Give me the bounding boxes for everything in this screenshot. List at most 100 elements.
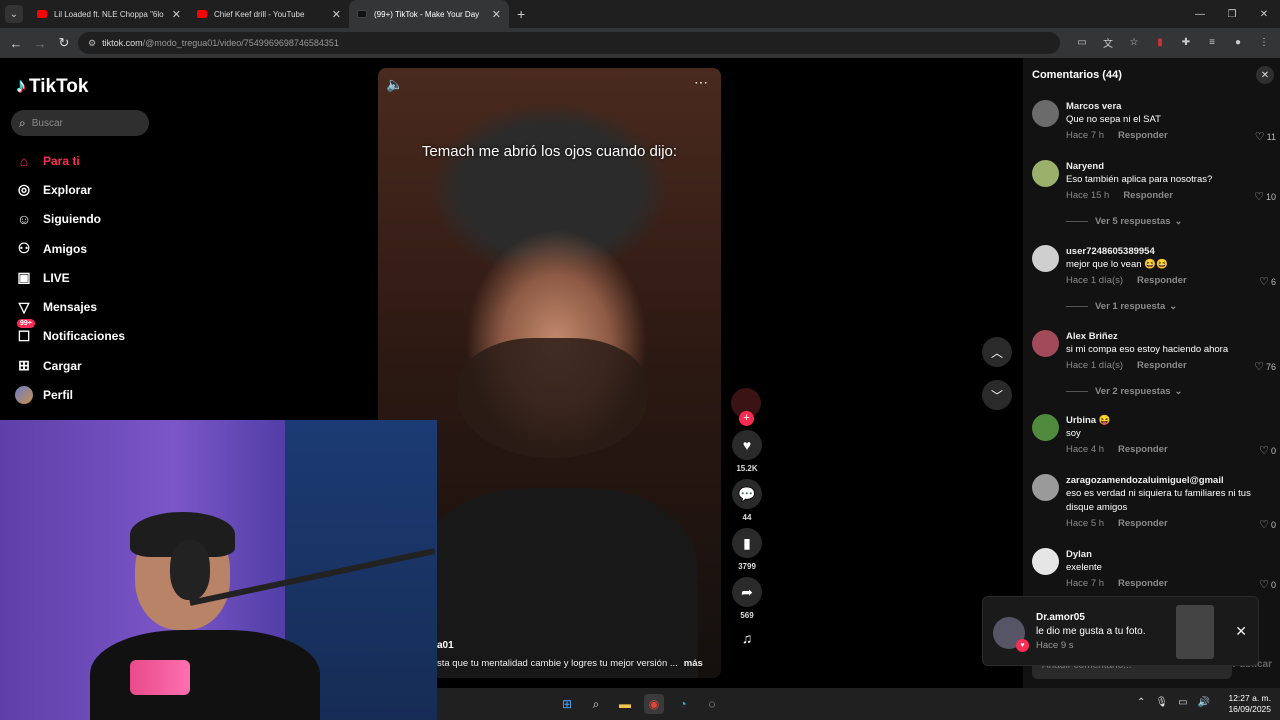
comment-user[interactable]: Naryend [1066,160,1276,173]
bookmark-star-icon[interactable]: ☆ [1126,34,1142,50]
comment-like[interactable]: ♡ 0 [1259,444,1276,457]
comment-like[interactable]: ♡ 0 [1259,518,1276,531]
comment-icon[interactable]: 💬 [732,479,762,509]
previous-video-button[interactable]: ︿ [982,337,1012,367]
comment-user[interactable]: zaragozamendozaluimiguel@gmail [1066,474,1276,487]
more-options-icon[interactable]: ⋯ [694,74,709,91]
creator-avatar[interactable]: + [731,388,761,426]
sidebar-item-para-ti[interactable]: ⌂ Para ti [14,146,125,175]
avatar[interactable] [1032,548,1059,575]
reply-button[interactable]: Responder [1137,275,1187,286]
taskbar-clock[interactable]: 12:27 a. m. 16/09/2025 [1228,693,1271,715]
sidebar-item-live[interactable]: ▣ LIVE [14,263,125,292]
new-tab-button[interactable]: + [517,6,525,22]
sidebar-item-cargar[interactable]: ⊞ Cargar [14,351,125,380]
cast-icon[interactable]: ▭ [1074,34,1090,50]
save-action[interactable]: ▮ 3799 [731,528,763,571]
sidebar-item-perfil[interactable]: Perfil [14,380,125,409]
comment-action[interactable]: 💬 44 [731,479,763,522]
microphone-icon[interactable]: 🎙 [1155,697,1168,708]
reply-button[interactable]: Responder [1118,130,1168,141]
reply-button[interactable]: Responder [1118,578,1168,589]
close-notification-icon[interactable]: ✕ [1235,623,1247,640]
comments-header: Comentarios (44) [1032,69,1122,81]
comment-user[interactable]: Marcos vera [1066,100,1276,113]
avatar[interactable] [1032,245,1059,272]
windows-start-icon[interactable]: ⊞ [557,694,577,714]
share-icon[interactable]: ➦ [732,577,762,607]
avatar[interactable] [1032,474,1059,501]
translate-icon[interactable]: 文 [1100,34,1116,50]
next-video-button[interactable]: ﹀ [982,380,1012,410]
sidebar-item-amigos[interactable]: ⚇ Amigos [14,234,125,263]
heart-outline-icon: ♡ [1254,361,1264,373]
browser-tab-2[interactable]: Chief Keef drill - YouTube ✕ [189,0,349,28]
forward-icon[interactable]: → [28,36,52,51]
media-icon[interactable]: ≡ [1204,34,1220,50]
site-info-icon[interactable]: ⚙ [88,38,96,49]
close-tab-icon[interactable]: ✕ [332,8,341,21]
restore-icon[interactable]: ❐ [1216,0,1248,28]
comment-like[interactable]: ♡ 10 [1254,190,1276,203]
reply-button[interactable]: Responder [1118,444,1168,455]
share-action[interactable]: ➦ 569 [731,577,763,620]
profile-avatar-icon[interactable]: ● [1230,34,1246,50]
tiktok-logo[interactable]: ♪ TikTok [16,75,88,98]
music-disc-icon[interactable]: ♫ [735,626,759,650]
search-box[interactable]: ⌕ [11,110,149,136]
sidebar-item-mensajes[interactable]: ▽ Mensajes [14,292,125,321]
close-tab-icon[interactable]: ✕ [172,8,181,21]
avatar[interactable] [1032,100,1059,127]
heart-icon[interactable]: ♥ [732,430,762,460]
puzzle-icon[interactable]: ✚ [1178,34,1194,50]
view-replies-button[interactable]: Ver 5 respuestas ⌄ [1066,216,1183,227]
volume-icon[interactable]: 🔈 [386,76,403,93]
sidebar-item-siguiendo[interactable]: ☺ Siguiendo [14,205,125,234]
close-comments-icon[interactable]: ✕ [1256,66,1274,84]
comment-user[interactable]: user7248605389954 [1066,245,1276,258]
close-tab-icon[interactable]: ✕ [492,8,501,21]
chrome-icon[interactable]: ◉ [644,694,664,714]
file-explorer-icon[interactable]: ▬ [615,694,635,714]
menu-icon[interactable]: ⋮ [1256,34,1272,50]
notification-toast[interactable]: ♥ Dr.amor05 le dio me gusta a tu foto. H… [982,596,1259,666]
reply-button[interactable]: Responder [1123,190,1173,201]
reply-button[interactable]: Responder [1118,518,1168,529]
follow-plus-icon[interactable]: + [739,411,754,426]
comment-like[interactable]: ♡ 0 [1259,578,1276,591]
minimize-icon[interactable]: — [1184,0,1216,28]
edge-icon[interactable]: ◔ [673,694,693,714]
search-input[interactable] [31,117,132,129]
back-icon[interactable]: ← [4,36,28,51]
comment-user[interactable]: Urbina 😝 [1066,414,1276,427]
like-action[interactable]: ♥ 15.2K [731,430,763,473]
tab-search-button[interactable]: ⌄ [5,5,23,23]
extension-icon[interactable]: ▮ [1152,34,1168,50]
obs-icon[interactable]: ◌ [702,694,722,714]
network-icon[interactable]: ▭ [1178,697,1187,708]
reload-icon[interactable]: ↻ [52,35,76,51]
reply-button[interactable]: Responder [1137,360,1187,371]
browser-tab-3[interactable]: (99+) TikTok - Make Your Day ✕ [349,0,509,28]
sidebar-item-notificaciones[interactable]: ☐ 99+ Notificaciones [14,318,125,351]
comment-user[interactable]: Dylan [1066,548,1276,561]
avatar[interactable] [1032,330,1059,357]
video-author[interactable]: a01 [437,640,454,651]
browser-tab-1[interactable]: Lil Loaded ft. NLE Choppa "6lo ✕ [29,0,189,28]
comment-like[interactable]: ♡ 11 [1255,130,1276,143]
chevron-up-icon[interactable]: ⌃ [1137,697,1145,708]
volume-icon[interactable]: 🔊 [1198,697,1210,708]
sidebar-item-explorar[interactable]: ◎ Explorar [14,175,125,204]
search-icon[interactable]: ⌕ [586,694,606,714]
view-replies-button[interactable]: Ver 2 respuestas ⌄ [1066,386,1183,397]
bookmark-icon[interactable]: ▮ [732,528,762,558]
close-window-icon[interactable]: ✕ [1248,0,1280,28]
address-bar[interactable]: ⚙ tiktok.com/@modo_tregua01/video/754996… [78,32,1060,54]
comment-user[interactable]: Alex Briñez [1066,330,1276,343]
more-link[interactable]: más [684,658,703,669]
avatar[interactable] [1032,160,1059,187]
comment-like[interactable]: ♡ 6 [1259,275,1276,288]
view-replies-button[interactable]: Ver 1 respuesta ⌄ [1066,301,1177,312]
comment-like[interactable]: ♡ 76 [1254,360,1276,373]
avatar[interactable] [1032,414,1059,441]
